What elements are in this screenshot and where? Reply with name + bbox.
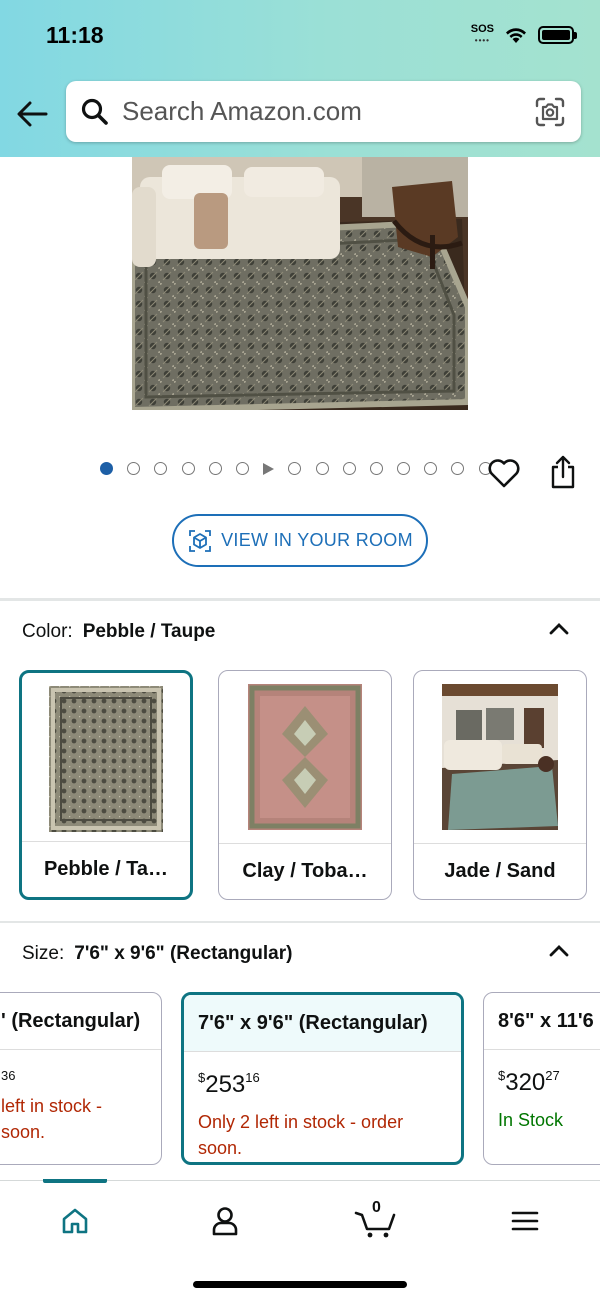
color-option-label: Jade / Sand — [414, 843, 586, 899]
sos-indicator: SOS •••• — [470, 23, 494, 46]
search-placeholder: Search Amazon.com — [122, 96, 362, 126]
pager-dot[interactable] — [235, 462, 249, 475]
pager-dot[interactable] — [397, 462, 411, 475]
pager-dot[interactable] — [154, 462, 168, 475]
pager-dot[interactable] — [208, 462, 222, 475]
size-option-title: ' (Rectangular) — [0, 993, 161, 1050]
top-header: 11:18 SOS •••• Search Amazon.com — [0, 0, 600, 157]
cart-count: 0 — [372, 1199, 381, 1216]
section-divider — [0, 598, 600, 601]
chevron-up-icon[interactable] — [548, 943, 570, 957]
rug-swatch-image — [248, 684, 362, 830]
rug-room-photo — [132, 157, 468, 410]
selected-color: Pebble / Taupe — [82, 621, 216, 642]
size-option-price: $25316 — [198, 1070, 260, 1098]
size-option-stock: left in stock - soon. — [1, 1096, 103, 1142]
selected-size: 7'6" x 9'6" (Rectangular) — [74, 943, 293, 964]
image-pager[interactable] — [100, 462, 519, 475]
nav-account[interactable] — [205, 1201, 245, 1241]
size-option-previous[interactable]: ' (Rectangular) 36 left in stock - soon. — [0, 992, 162, 1165]
pager-dot[interactable] — [100, 462, 113, 475]
back-button[interactable] — [14, 96, 50, 132]
pager-dot[interactable] — [288, 462, 302, 475]
pager-dot[interactable] — [451, 462, 465, 475]
home-icon — [62, 1208, 88, 1234]
view-in-room-button[interactable]: VIEW IN YOUR ROOM — [172, 514, 428, 567]
color-option-clay[interactable]: Clay / Toba… — [218, 670, 392, 900]
size-option-8-6x11-6[interactable]: 8'6" x 11'6 $32027 In Stock — [483, 992, 600, 1165]
view-in-room-label: VIEW IN YOUR ROOM — [221, 530, 413, 550]
share-icon[interactable] — [548, 454, 578, 490]
section-divider — [0, 921, 600, 923]
color-option-label: Clay / Toba… — [219, 843, 391, 899]
wifi-icon — [506, 28, 526, 43]
back-arrow-icon — [17, 101, 48, 127]
menu-icon — [511, 1211, 539, 1231]
nav-cart[interactable]: 0 — [352, 1199, 400, 1241]
search-icon — [81, 98, 108, 125]
color-option-pebble[interactable]: Pebble / Ta… — [19, 670, 193, 900]
rug-swatch-image — [49, 686, 163, 832]
bottom-nav: 0 — [0, 1179, 600, 1299]
heart-icon[interactable] — [487, 457, 521, 489]
size-heading: Size: 7'6" x 9'6" (Rectangular) — [22, 943, 293, 964]
size-option-title: 7'6" x 9'6" (Rectangular) — [184, 995, 461, 1052]
color-heading: Color: Pebble / Taupe — [22, 621, 216, 642]
pager-dot[interactable] — [315, 462, 329, 475]
user-icon — [212, 1207, 238, 1236]
camera-lens-icon[interactable] — [533, 95, 567, 129]
color-option-jade[interactable]: Jade / Sand — [413, 670, 587, 900]
pager-dot[interactable] — [369, 462, 383, 475]
size-option-title: 8'6" x 11'6 — [484, 993, 600, 1050]
pager-dot[interactable] — [342, 462, 356, 475]
size-option-price: 36 — [1, 1068, 16, 1083]
color-option-label: Pebble / Ta… — [22, 841, 190, 897]
active-tab-indicator — [43, 1179, 107, 1183]
room-swatch-image — [442, 684, 558, 830]
nav-menu[interactable] — [505, 1201, 545, 1241]
search-bar[interactable]: Search Amazon.com — [66, 81, 581, 142]
nav-home[interactable] — [55, 1201, 95, 1241]
size-option-7-6x9-6[interactable]: 7'6" x 9'6" (Rectangular) $25316 Only 2 … — [181, 992, 464, 1165]
size-option-stock: Only 2 left in stock - order soon. — [198, 1112, 404, 1158]
pager-dot[interactable] — [127, 462, 141, 475]
product-image[interactable] — [132, 157, 468, 410]
size-option-stock: In Stock — [498, 1110, 564, 1130]
ar-cube-icon — [189, 529, 212, 552]
pager-dot[interactable] — [181, 462, 195, 475]
home-indicator[interactable] — [193, 1281, 407, 1288]
size-option-price: $32027 — [498, 1068, 560, 1096]
status-indicators: SOS •••• — [470, 23, 577, 46]
chevron-up-icon[interactable] — [548, 621, 570, 635]
battery-icon — [538, 26, 577, 44]
status-time: 11:18 — [46, 22, 104, 48]
pager-dot[interactable] — [424, 462, 438, 475]
video-play-indicator[interactable] — [263, 462, 275, 475]
